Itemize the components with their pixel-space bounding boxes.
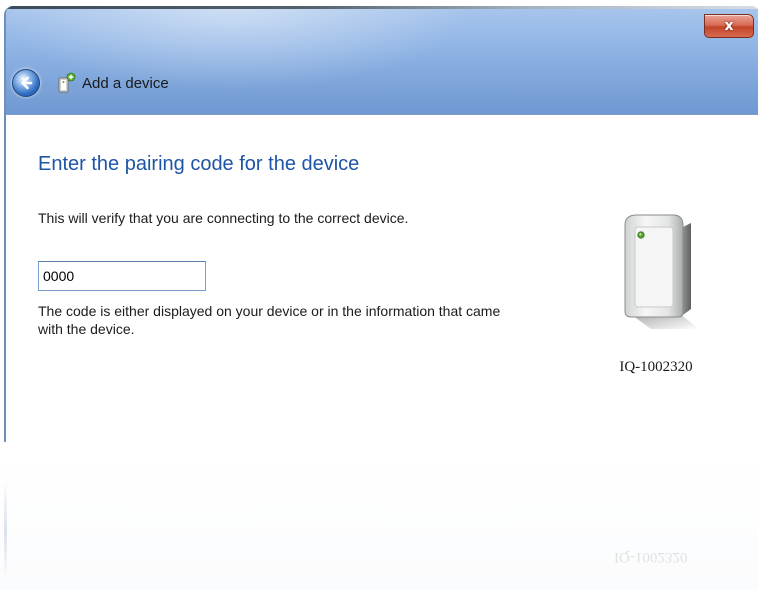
title-bar: x Add a device	[6, 6, 758, 115]
page-heading: Enter the pairing code for the device	[38, 153, 360, 175]
device-tower-icon	[624, 214, 699, 329]
device-name-label: IQ-1002320	[619, 359, 693, 375]
reflection-device-name: IQ-1002320	[614, 549, 688, 565]
window-reflection: IQ-1002320	[0, 450, 758, 590]
window-title: Add a device	[82, 74, 169, 92]
back-arrow-icon	[21, 76, 33, 90]
add-device-icon	[58, 72, 76, 93]
reflection-edge	[4, 480, 7, 580]
device-preview: IQ-1002320	[591, 205, 721, 376]
add-device-window: x Add a device Enter the pairing code fo…	[4, 6, 758, 442]
close-icon: x	[724, 18, 734, 34]
content-area: Enter the pairing code for the device Th…	[6, 115, 758, 442]
instruction-text: This will verify that you are connecting…	[38, 210, 409, 226]
screenshot: x Add a device Enter the pairing code fo…	[0, 0, 758, 590]
navigation-row: Add a device	[12, 68, 169, 98]
pairing-code-input[interactable]	[38, 261, 206, 291]
back-button[interactable]	[12, 69, 40, 97]
close-button[interactable]: x	[704, 14, 754, 38]
hint-text: The code is either displayed on your dev…	[38, 303, 501, 337]
